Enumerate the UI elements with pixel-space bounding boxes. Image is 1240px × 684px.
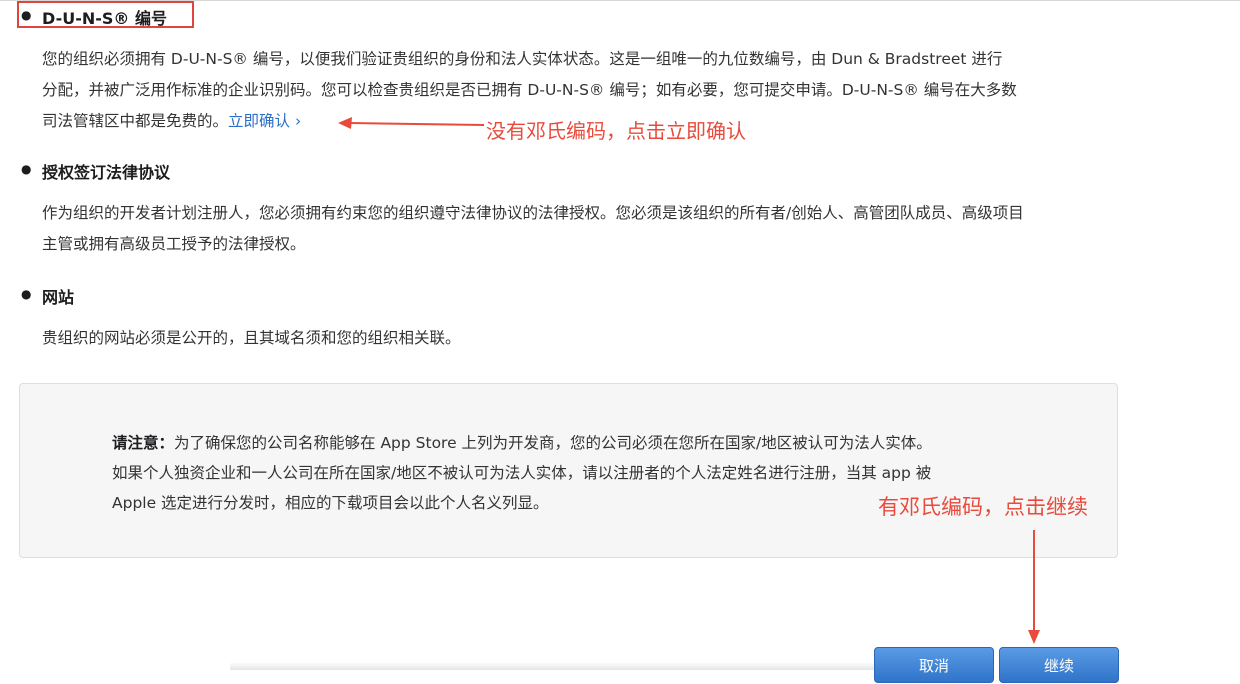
legal-description-line-2: 主管或拥有高级员工授予的法律授权。 [42, 235, 306, 253]
note-line-2: 如果个人独资企业和一人公司在所在国家/地区不被认可为法人实体，请以注册者的个人法… [112, 464, 932, 482]
bottom-bar-shadow [230, 662, 890, 670]
note-line-1: 请注意：为了确保您的公司名称能够在 App Store 上列为开发商，您的公司必… [112, 428, 932, 458]
website-description-line-1: 贵组织的网站必须是公开的，且其域名须和您的组织相关联。 [42, 329, 461, 347]
website-description: 贵组织的网站必须是公开的，且其域名须和您的组织相关联。 [42, 323, 461, 354]
duns-description-line-2: 分配，并被广泛用作标准的企业识别码。您可以检查贵组织是否已拥有 D-U-N-S®… [42, 81, 1017, 99]
legal-description-line-1: 作为组织的开发者计划注册人，您必须拥有约束您的组织遵守法律协议的法律授权。您必须… [42, 204, 1024, 222]
duns-description-line-3-text: 司法管辖区中都是免费的。 [42, 112, 229, 130]
duns-highlight-box [17, 1, 194, 28]
note-line-3: Apple 选定进行分发时，相应的下载项目会以此个人名义列显。 [112, 494, 549, 512]
section-title-website: 网站 [42, 288, 75, 307]
bullet-website: ● [21, 287, 32, 301]
bullet-legal: ● [21, 162, 32, 176]
cancel-button[interactable]: 取消 [874, 647, 994, 683]
note-line-1-text: 为了确保您的公司名称能够在 App Store 上列为开发商，您的公司必须在您所… [174, 434, 932, 452]
annotation-has-duns: 有邓氏编码，点击继续 [878, 495, 1088, 519]
annotation-arrow-left [338, 117, 485, 129]
legal-description: 作为组织的开发者计划注册人，您必须拥有约束您的组织遵守法律协议的法律授权。您必须… [42, 198, 1024, 260]
note-label: 请注意： [112, 434, 175, 452]
continue-button[interactable]: 继续 [999, 647, 1119, 683]
duns-description-line-1: 您的组织必须拥有 D-U-N-S® 编号，以便我们验证贵组织的身份和法人实体状态… [42, 50, 1003, 68]
note-text: 请注意：为了确保您的公司名称能够在 App Store 上列为开发商，您的公司必… [112, 428, 932, 518]
verify-now-link[interactable]: 立即确认 › [228, 112, 301, 130]
annotation-arrow-down [1028, 530, 1040, 644]
section-title-legal: 授权签订法律协议 [42, 163, 171, 182]
annotation-no-duns: 没有邓氏编码，点击立即确认 [486, 119, 746, 143]
